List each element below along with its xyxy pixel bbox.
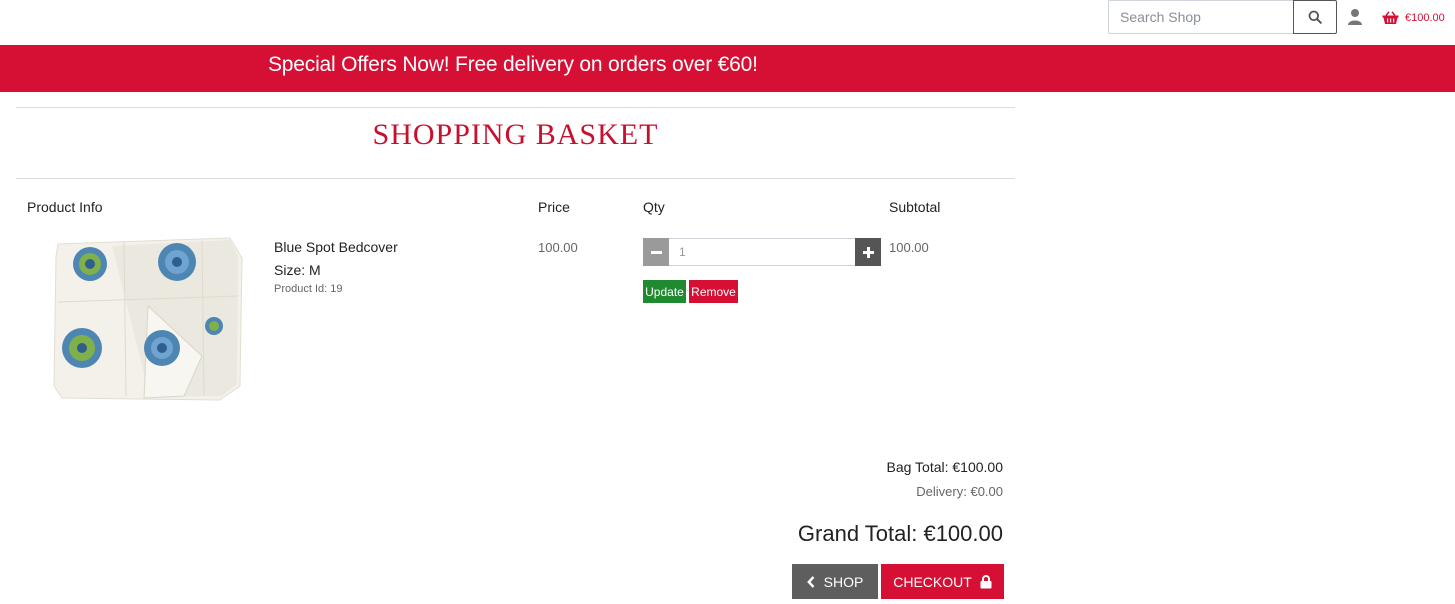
grand-total: Grand Total: €100.00	[797, 521, 1003, 546]
divider	[16, 107, 1015, 108]
page-title: SHOPPING BASKET	[372, 118, 659, 151]
search-input[interactable]	[1108, 0, 1293, 34]
search-form	[1108, 0, 1337, 34]
plus-icon	[862, 246, 874, 258]
product-size: Size: M	[274, 262, 321, 278]
product-name[interactable]: Blue Spot Bedcover	[274, 239, 398, 255]
column-header-product-info: Product Info	[27, 199, 103, 215]
increment-qty-button[interactable]	[855, 238, 881, 266]
promo-banner: Special Offers Now! Free delivery on ord…	[0, 45, 1455, 92]
quantity-stepper	[643, 238, 881, 266]
product-price: 100.00	[538, 240, 578, 255]
divider	[16, 178, 1015, 179]
basket-icon	[1382, 11, 1399, 24]
checkout-button-label: CHECKOUT	[893, 573, 972, 590]
chevron-left-icon	[806, 575, 815, 588]
minus-icon	[650, 250, 662, 254]
checkout-button[interactable]: CHECKOUT	[881, 564, 1004, 599]
remove-button[interactable]: Remove	[689, 280, 738, 303]
basket-link[interactable]: €100.00	[1382, 9, 1445, 27]
lock-icon	[980, 574, 992, 588]
search-icon	[1308, 10, 1322, 24]
search-button[interactable]	[1293, 0, 1337, 34]
column-header-qty: Qty	[643, 199, 665, 215]
top-bar: €100.00	[0, 0, 1455, 45]
shop-button[interactable]: SHOP	[792, 564, 878, 599]
shop-button-label: SHOP	[823, 573, 864, 590]
column-header-price: Price	[538, 199, 570, 215]
basket-total[interactable]: €100.00	[1405, 12, 1445, 24]
product-id: Product Id: 19	[274, 283, 343, 295]
bag-total: Bag Total: €100.00	[886, 459, 1003, 475]
product-image	[53, 237, 243, 401]
update-button[interactable]: Update	[643, 280, 686, 303]
column-header-subtotal: Subtotal	[889, 199, 941, 215]
product-subtotal: 100.00	[889, 240, 929, 255]
user-icon[interactable]	[1347, 8, 1363, 26]
delivery-cost: Delivery: €0.00	[916, 484, 1003, 499]
decrement-qty-button[interactable]	[643, 238, 669, 266]
promo-banner-text: Special Offers Now! Free delivery on ord…	[268, 53, 758, 76]
quantity-input[interactable]	[669, 238, 855, 266]
